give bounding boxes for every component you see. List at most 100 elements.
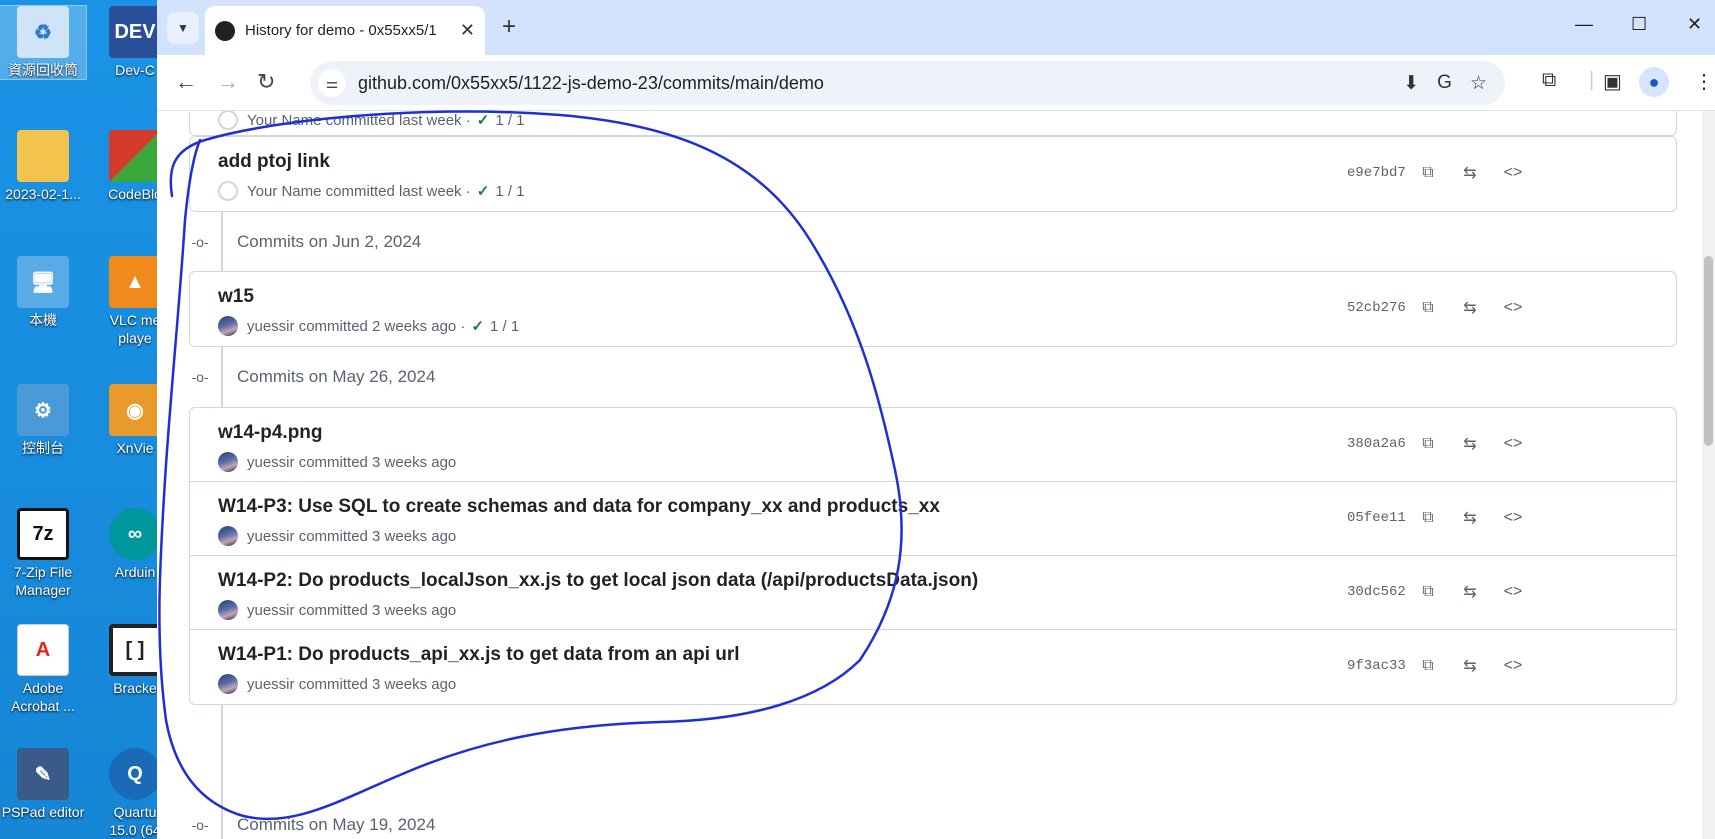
commit-message[interactable]: w14-p4.png [218,422,323,444]
browse-code-icon[interactable]: <> [1499,430,1527,458]
extensions-icon[interactable]: ⧉ [1542,69,1556,92]
side-panel-icon[interactable]: ▣ [1603,69,1622,94]
commit-sha[interactable]: 52cb276 [1347,300,1406,316]
back-button[interactable]: ← [175,69,197,95]
commit-group-header: -o- Commits on May 19, 2024 [191,805,435,839]
codeblocks-icon [109,130,161,182]
desktop-icon-control-panel[interactable]: ⚙ 控制台 [0,384,86,457]
desktop-icon-this-pc[interactable]: 🖥 本機 [0,256,86,329]
commit-sha[interactable]: 30dc562 [1347,584,1406,600]
commit-sha[interactable]: 380a2a6 [1347,436,1406,452]
copy-icon[interactable]: ⧉ [1414,504,1442,532]
browse-code-icon[interactable]: <> [1499,652,1527,680]
browse-code-icon[interactable]: <> [1499,504,1527,532]
tab-close-icon[interactable]: ✕ [460,20,475,41]
commit-message[interactable]: W14-P2: Do products_localJson_xx.js to g… [218,570,978,592]
scrollbar-thumb[interactable] [1704,256,1713,446]
commit-meta: yuessir committed 3 weeks ago [218,452,456,472]
commit-card: w14-p4.png yuessir committed 3 weeks ago… [189,407,1677,705]
commit-message[interactable]: W14-P1: Do products_api_xx.js to get dat… [218,644,740,666]
pspad-icon: ✎ [17,748,69,800]
url-text[interactable]: github.com/0x55xx5/1122-js-demo-23/commi… [358,73,1403,94]
view-diff-icon[interactable]: ⇆ [1456,159,1484,187]
commit-group-header: -o- Commits on Jun 2, 2024 [191,222,421,262]
view-diff-icon[interactable]: ⇆ [1456,504,1484,532]
commit-author[interactable]: yuessir [247,318,295,335]
commit-author[interactable]: Your Name [247,112,322,129]
view-diff-icon[interactable]: ⇆ [1456,578,1484,606]
vlc-icon: ▲ [109,256,161,308]
commit-message[interactable]: w15 [218,286,254,308]
desktop-icon-folder[interactable]: 2023-02-1... [0,130,86,203]
copy-icon[interactable]: ⧉ [1414,652,1442,680]
commit-author[interactable]: yuessir [247,454,295,471]
browse-code-icon[interactable]: <> [1499,159,1527,187]
commit-card-partial: Your Name committed last week · ✓ 1 / 1 [189,111,1677,136]
tab-title: History for demo - 0x55xx5/1 [245,22,437,39]
brackets-icon: [ ] [109,624,161,676]
commit-card: w15 yuessir committed 2 weeks ago · ✓ 1 / … [189,271,1677,347]
commit-meta: yuessir committed 3 weeks ago [218,526,456,546]
check-icon[interactable]: ✓ [477,182,490,200]
copy-icon[interactable]: ⧉ [1414,430,1442,458]
devcpp-icon: DEV [109,6,161,58]
browse-code-icon[interactable]: <> [1499,578,1527,606]
maximize-button[interactable]: ☐ [1631,14,1647,35]
translate-icon[interactable]: G [1437,72,1452,94]
view-diff-icon[interactable]: ⇆ [1456,652,1484,680]
toolbar-divider: | [1589,69,1595,91]
commit-node-icon: -o- [191,369,209,385]
view-diff-icon[interactable]: ⇆ [1456,294,1484,322]
commit-message[interactable]: W14-P3: Use SQL to create schemas and da… [218,496,940,518]
desktop-icon-acrobat[interactable]: A Adobe Acrobat ... [0,624,86,715]
browser-toolbar: ← → ↻ ⚌ github.com/0x55xx5/1122-js-demo-… [157,55,1715,111]
checks-count[interactable]: 1 / 1 [490,318,519,335]
copy-icon[interactable]: ⧉ [1414,294,1442,322]
control-panel-icon: ⚙ [17,384,69,436]
address-bar[interactable]: ⚌ github.com/0x55xx5/1122-js-demo-23/com… [310,61,1505,105]
forward-button[interactable]: → [217,69,239,95]
commit-sha[interactable]: e9e7bd7 [1347,165,1406,181]
new-tab-button[interactable]: + [502,14,516,40]
commit-author[interactable]: yuessir [247,602,295,619]
copy-icon[interactable]: ⧉ [1414,159,1442,187]
reload-button[interactable]: ↻ [257,69,275,95]
commit-node-icon: -o- [191,817,209,833]
avatar [218,600,238,620]
commit-row: w15 yuessir committed 2 weeks ago · ✓ 1 / … [190,272,1676,346]
view-diff-icon[interactable]: ⇆ [1456,430,1484,458]
page-scrollbar[interactable] [1702,111,1715,839]
tab-active[interactable]: History for demo - 0x55xx5/1 ✕ [205,6,485,55]
desktop-icon-recycle-bin[interactable]: ♻ 資源回收筒 [0,5,87,80]
desktop-icon-7zip[interactable]: 7z 7-Zip File Manager [0,508,86,599]
profile-avatar-icon[interactable]: ● [1639,67,1669,97]
commit-sha[interactable]: 05fee11 [1347,510,1406,526]
commit-author[interactable]: Your Name [247,183,322,200]
recycle-bin-icon: ♻ [17,6,69,58]
xnview-icon: ◉ [109,384,161,436]
site-settings-icon[interactable]: ⚌ [318,69,346,97]
commit-author[interactable]: yuessir [247,528,295,545]
install-app-icon[interactable]: ⬇ [1403,72,1419,95]
check-icon[interactable]: ✓ [477,111,490,129]
commit-message[interactable]: add ptoj link [218,151,330,173]
commit-card: add ptoj link Your Name committed last w… [189,136,1677,212]
browse-code-icon[interactable]: <> [1499,294,1527,322]
github-favicon-icon [215,20,235,41]
commit-meta: Your Name committed last week · ✓ 1 / 1 [218,111,525,130]
minimize-button[interactable]: — [1575,14,1593,35]
quartus-icon: Q [109,748,161,800]
tab-search-button[interactable]: ▼ [167,12,199,44]
menu-kebab-icon[interactable]: ⋮ [1694,69,1714,94]
bookmark-star-icon[interactable]: ☆ [1470,72,1487,95]
commit-meta: yuessir committed 2 weeks ago · ✓ 1 / 1 [218,316,519,336]
commit-author[interactable]: yuessir [247,676,295,693]
avatar [218,181,238,201]
checks-count[interactable]: 1 / 1 [495,183,524,200]
check-icon[interactable]: ✓ [471,317,484,335]
folder-icon [17,130,69,182]
copy-icon[interactable]: ⧉ [1414,578,1442,606]
desktop-icon-pspad[interactable]: ✎ PSPad editor [0,748,86,821]
close-window-button[interactable]: ✕ [1687,14,1702,35]
commit-sha[interactable]: 9f3ac33 [1347,658,1406,674]
